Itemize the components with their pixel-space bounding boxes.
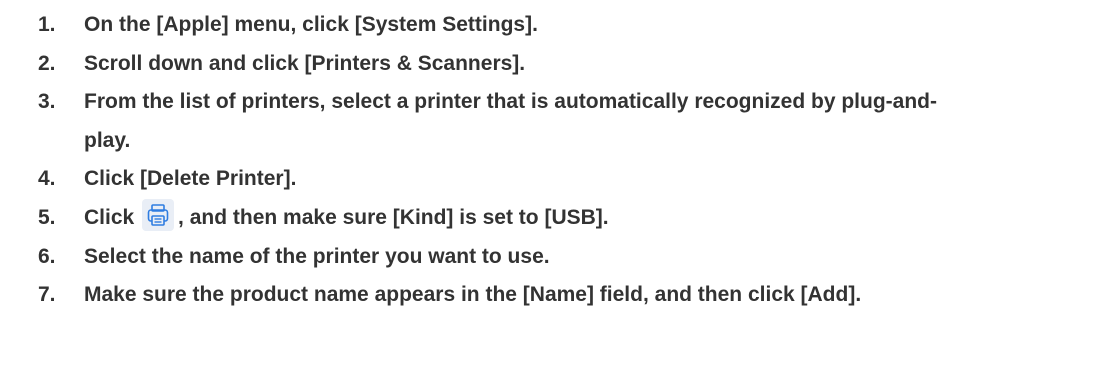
step-text: Make sure the product name appears in th… <box>84 283 862 307</box>
step-1: 1. On the [Apple] menu, click [System Se… <box>38 6 1100 45</box>
step-text: From the list of printers, select a prin… <box>84 90 937 152</box>
step-number: 1. <box>38 13 56 36</box>
step-text: Select the name of the printer you want … <box>84 244 550 268</box>
step-number: 3. <box>38 90 56 114</box>
step-4: 4. Click [Delete Printer]. <box>38 160 1100 199</box>
step-7: 7. Make sure the product name appears in… <box>38 276 1100 315</box>
step-text: Click [Delete Printer]. <box>84 167 297 191</box>
step-text: Scroll down and click [Printers & Scanne… <box>84 51 526 75</box>
step-2: 2. Scroll down and click [Printers & Sca… <box>38 45 1100 84</box>
step-3: 3. From the list of printers, select a p… <box>38 83 974 160</box>
step-number: 2. <box>38 51 56 75</box>
step-6: 6. Select the name of the printer you wa… <box>38 238 1100 277</box>
add-printer-icon <box>142 198 175 231</box>
step-text-after: , and then make sure [Kind] is set to [U… <box>178 205 609 229</box>
step-number: 6. <box>38 244 56 268</box>
step-number: 4. <box>38 167 56 191</box>
step-number: 5. <box>38 205 56 229</box>
step-text: On the [Apple] menu, click [System Setti… <box>84 13 538 36</box>
step-5: 5. Click , and then make sure [Kind] is … <box>38 198 1100 238</box>
instruction-steps: 1. On the [Apple] menu, click [System Se… <box>38 6 1100 315</box>
step-number: 7. <box>38 283 56 307</box>
step-text-before: Click <box>84 205 135 229</box>
